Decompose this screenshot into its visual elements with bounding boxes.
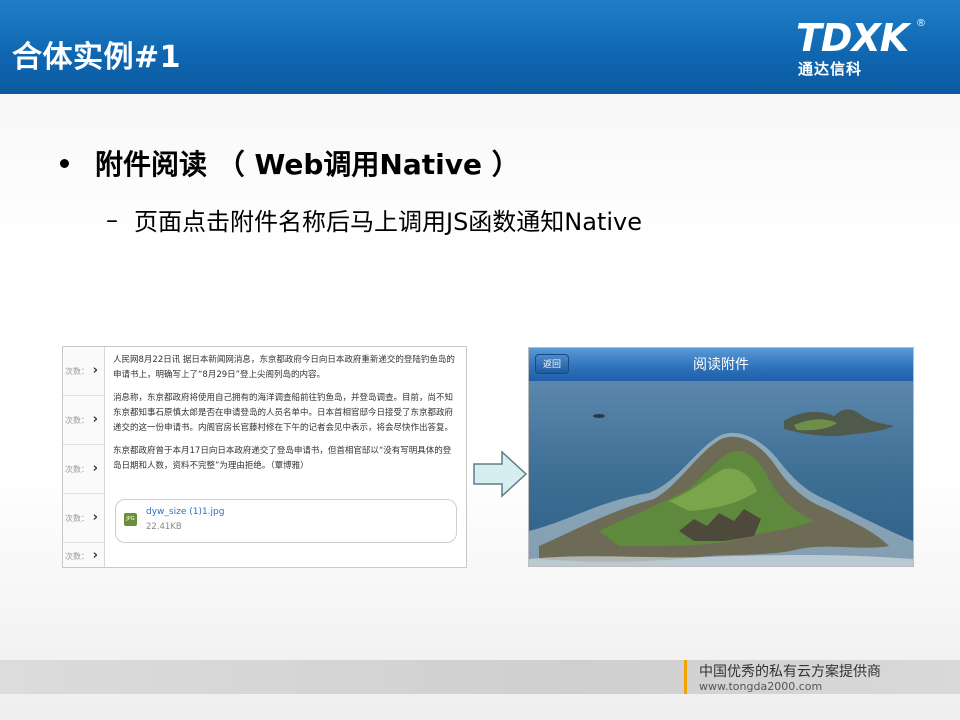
side-item-label: 次数： — [65, 552, 89, 561]
footer-url[interactable]: www.tongda2000.com — [699, 680, 822, 693]
header-bar: 合体实例#1 TDXK ® 通达信科 — [0, 0, 960, 94]
side-list-item[interactable]: 次数： › — [63, 543, 104, 567]
bullet-dot-icon — [60, 158, 69, 168]
chevron-right-icon: › — [92, 461, 98, 476]
side-item-label: 次数： — [65, 416, 89, 425]
viewer-title: 阅读附件 — [693, 357, 749, 373]
chevron-right-icon: › — [92, 363, 98, 378]
article-paragraph: 人民网8月22日讯 据日本新闻网消息，东京都政府今日向日本政府重新递交的登陆钓鱼… — [113, 355, 455, 380]
article-body: 人民网8月22日讯 据日本新闻网消息，东京都政府今日向日本政府重新递交的登陆钓鱼… — [113, 353, 458, 482]
sub-bullet-text: 页面点击附件名称后马上调用JS函数通知Native — [134, 208, 643, 236]
footer-slogan: 中国优秀的私有云方案提供商 — [699, 664, 881, 680]
jpg-file-icon: JPG — [124, 513, 137, 526]
slide-title: 合体实例#1 — [12, 40, 182, 75]
attachment-viewer-screenshot: 返回 阅读附件 — [528, 347, 914, 567]
chevron-right-icon: › — [92, 412, 98, 427]
attachment-size: 22.41KB — [146, 522, 182, 532]
side-list-item[interactable]: 次数： › — [63, 494, 104, 543]
chevron-right-icon: › — [92, 510, 98, 525]
article-page-screenshot: 次数： › 次数： › 次数： › 次数： › 次数： › 人民网8月22日讯 … — [62, 346, 467, 568]
sub-bullet: – 页面点击附件名称后马上调用JS函数通知Native — [106, 202, 642, 237]
company-logo: TDXK ® 通达信科 — [796, 18, 926, 78]
side-item-label: 次数： — [65, 465, 89, 474]
side-list-item[interactable]: 次数： › — [63, 445, 104, 494]
article-paragraph: 消息称，东京都政府将使用自己拥有的海洋调查船前往钓鱼岛，并登岛调查。目前，尚不知… — [113, 393, 454, 433]
viewer-nav-bar: 返回 阅读附件 — [529, 348, 913, 381]
side-list-item[interactable]: 次数： › — [63, 347, 104, 396]
article-paragraph: 东京都政府曾于本月17日向日本政府递交了登岛申请书，但首相官邸以“没有写明具体的… — [113, 446, 452, 471]
main-bullet: 附件阅读 （ Web调用Native ） — [60, 143, 520, 183]
side-item-label: 次数： — [65, 514, 89, 523]
logo-subtitle: 通达信科 — [798, 60, 863, 78]
attachment-card[interactable]: JPG dyw_size (1)1.jpg 22.41KB — [115, 499, 457, 543]
main-bullet-text: 附件阅读 （ Web调用Native ） — [95, 148, 520, 181]
arrow-right-icon — [473, 450, 528, 498]
side-list: 次数： › 次数： › 次数： › 次数： › 次数： › — [63, 347, 105, 567]
registered-mark: ® — [916, 18, 926, 29]
side-item-label: 次数： — [65, 367, 89, 376]
logo-mark: TDXK — [796, 16, 909, 60]
island-photo — [529, 381, 913, 566]
chevron-right-icon: › — [92, 548, 98, 563]
attachment-name-link[interactable]: dyw_size (1)1.jpg — [146, 507, 224, 517]
side-list-item[interactable]: 次数： › — [63, 396, 104, 445]
dash-icon: – — [106, 205, 118, 234]
footer-accent-rule — [684, 660, 687, 694]
